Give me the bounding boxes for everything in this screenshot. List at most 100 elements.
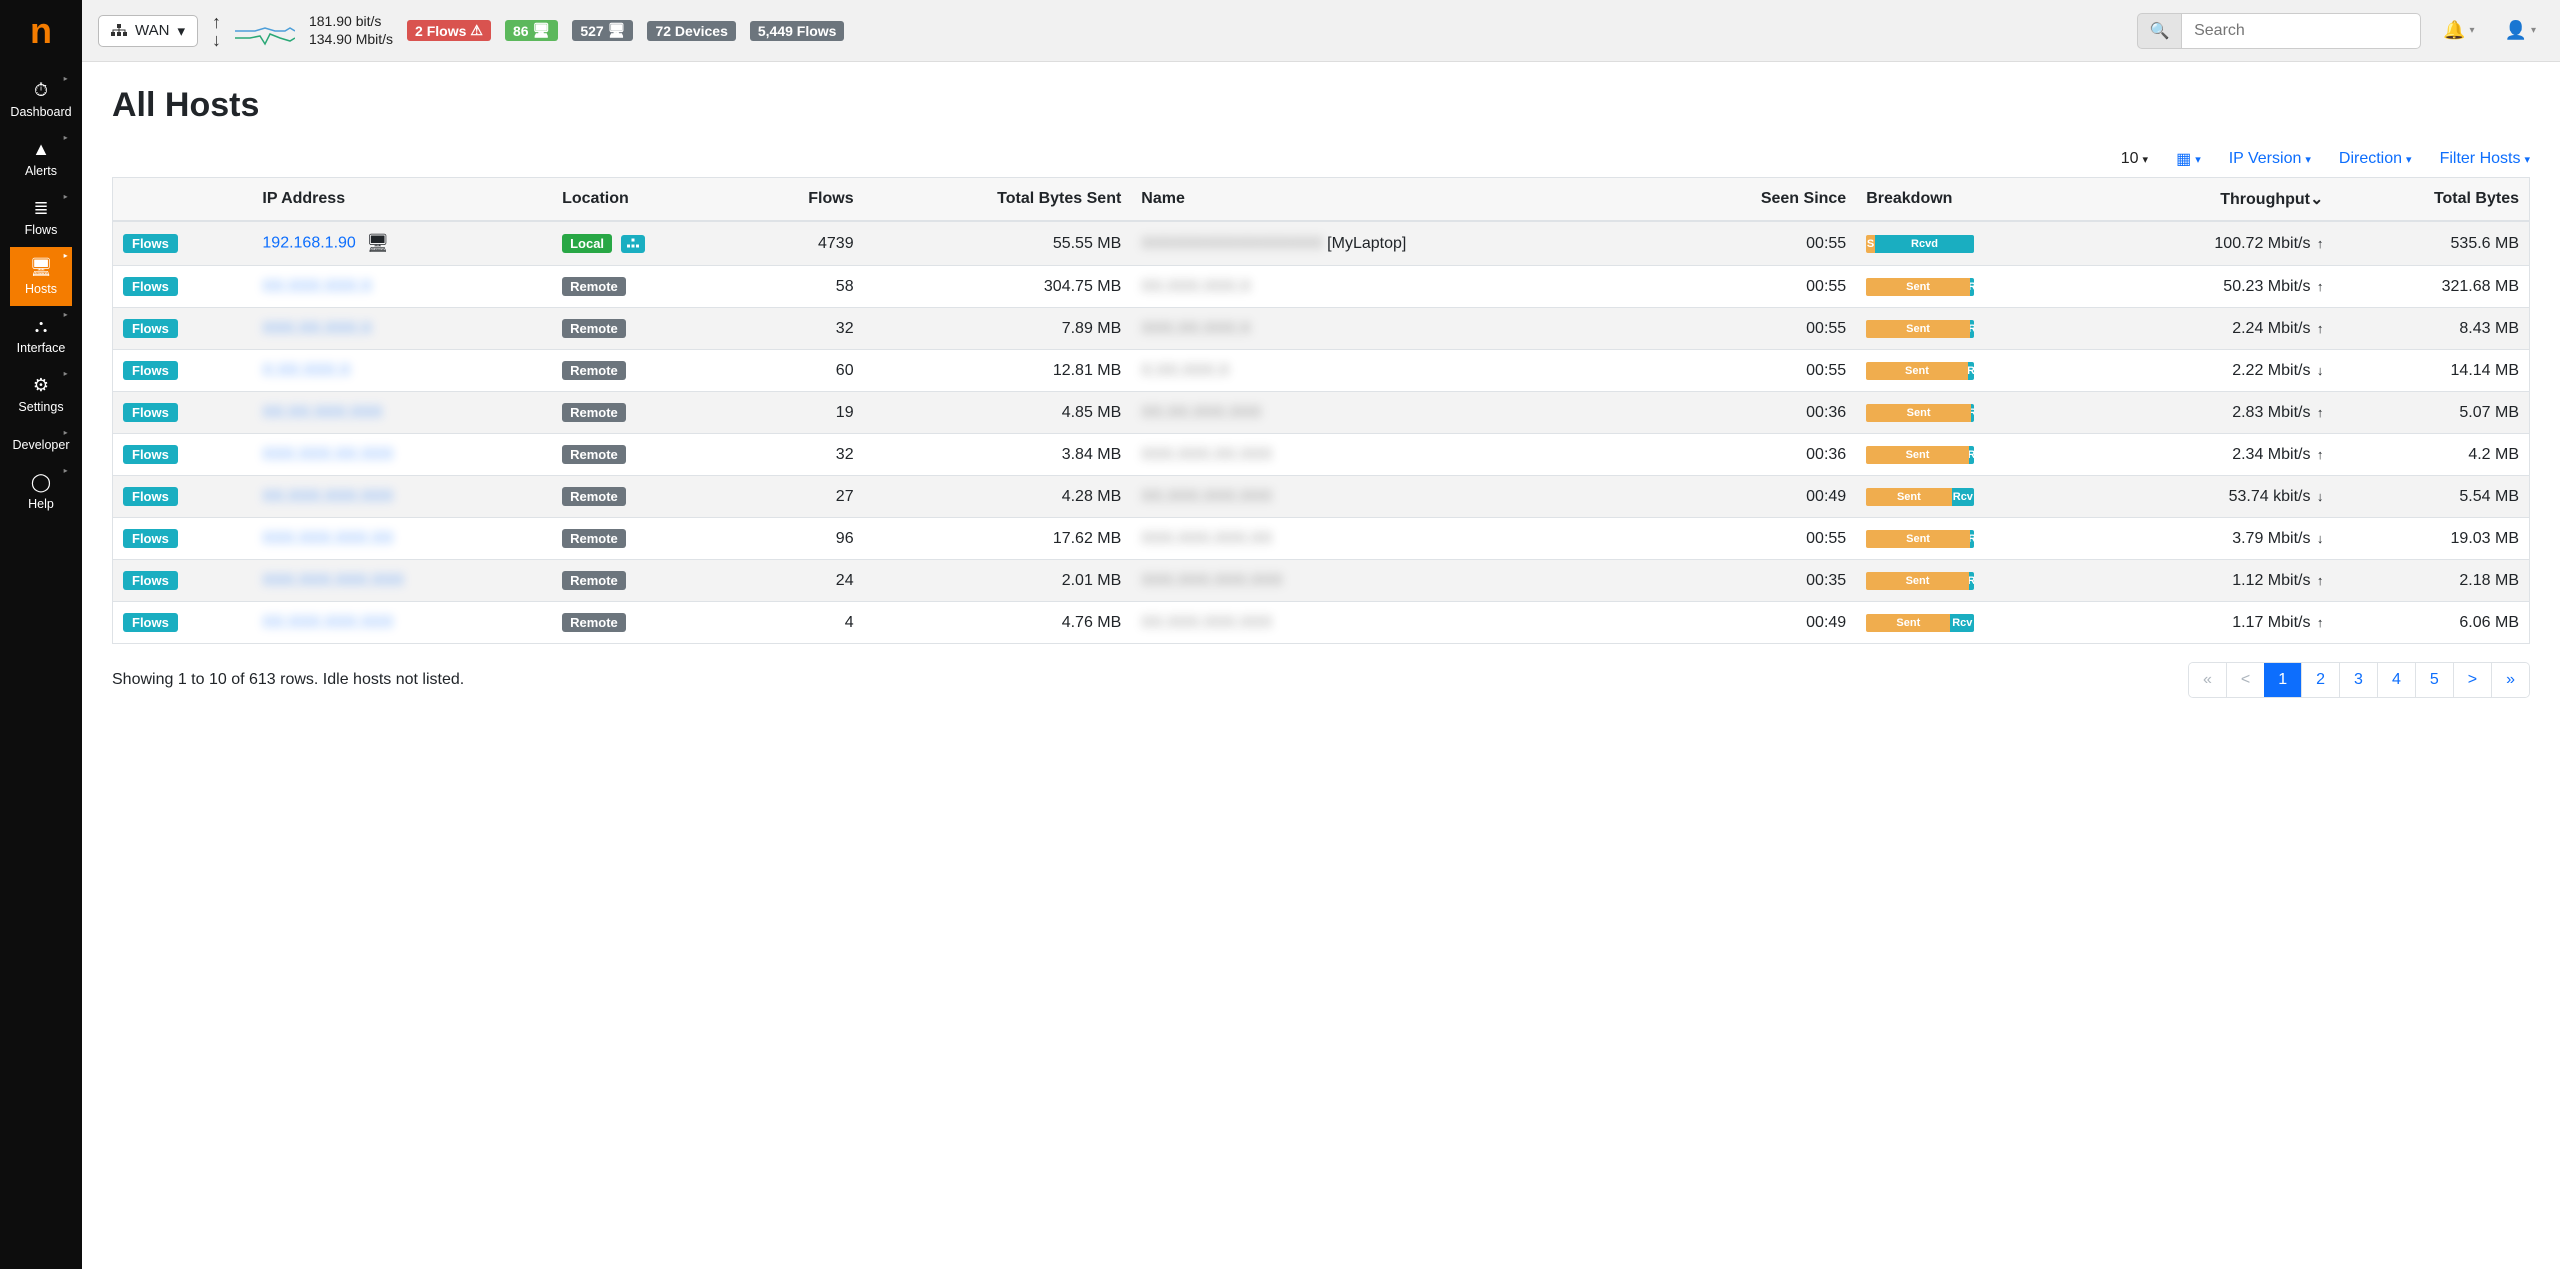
flows-icon: ≣: [10, 198, 71, 219]
throughput-rates: 181.90 bit/s 134.90 Mbit/s: [309, 13, 393, 48]
ip-address-link[interactable]: XX.XXX.XXX.X: [262, 278, 371, 296]
flows-button[interactable]: Flows: [123, 529, 178, 548]
column-header[interactable]: Flows: [742, 178, 863, 222]
pill-flows[interactable]: 5,449 Flows: [750, 21, 845, 41]
column-header[interactable]: Throughput⌄: [2094, 178, 2334, 222]
sidebar-item-flows[interactable]: ▸≣Flows: [10, 188, 71, 247]
user-menu-button[interactable]: 👤 ▾: [2497, 14, 2544, 47]
sidebar-item-alerts[interactable]: ▸▲Alerts: [10, 129, 71, 188]
chevron-down-icon: ▾: [2531, 25, 2536, 36]
direction-filter[interactable]: Direction ▾: [2339, 149, 2412, 169]
trend-icon: ↑: [2317, 236, 2324, 251]
trend-icon: ↓: [2317, 489, 2324, 504]
pagination-last[interactable]: »: [2491, 663, 2529, 697]
pill-ok-hosts[interactable]: 86 🖥: [505, 20, 558, 41]
search-button[interactable]: 🔍: [2137, 13, 2181, 49]
ip-version-filter[interactable]: IP Version ▾: [2229, 149, 2311, 169]
bytes-sent: 4.85 MB: [864, 392, 1132, 434]
pagination-prev[interactable]: <: [2226, 663, 2264, 697]
columns-icon: ▦: [2176, 149, 2191, 169]
hosts-table: IP AddressLocationFlowsTotal Bytes SentN…: [112, 177, 2530, 644]
monitor-icon: 🖥: [366, 233, 389, 253]
ip-address-link[interactable]: XXX.XXX.XXX.XX: [262, 530, 393, 548]
filter-hosts[interactable]: Filter Hosts ▾: [2440, 149, 2530, 169]
location-badge: Remote: [562, 445, 626, 464]
column-header[interactable]: Breakdown: [1856, 178, 2094, 222]
columns-selector[interactable]: ▦▾: [2176, 149, 2201, 169]
ip-address-link[interactable]: 192.168.1.90: [262, 235, 355, 252]
pill-devices[interactable]: 72 Devices: [647, 21, 735, 41]
location-badge: Remote: [562, 361, 626, 380]
ip-address-link[interactable]: XXX.XXX.XX.XXX: [262, 446, 393, 464]
search-input[interactable]: [2181, 13, 2421, 49]
pagination-page[interactable]: 2: [2301, 663, 2339, 697]
pagination: « < 12345 > »: [2188, 662, 2530, 698]
ip-address-link[interactable]: X.XX.XXX.X: [262, 362, 350, 380]
table-row: FlowsXX.XX.XXX.XXXRemote194.85 MBXX.XX.X…: [113, 392, 2530, 434]
pagination-page[interactable]: 4: [2377, 663, 2415, 697]
notifications-button[interactable]: 🔔 ▾: [2435, 14, 2482, 47]
rate-down: 134.90 Mbit/s: [309, 31, 393, 49]
sidebar: n ▸⏱Dashboard▸▲Alerts▸≣Flows▸🖥Hosts▸⛬Int…: [0, 0, 82, 1269]
column-header[interactable]: Total Bytes: [2333, 178, 2529, 222]
flows-button[interactable]: Flows: [123, 445, 178, 464]
chevron-right-icon: ▸: [64, 133, 68, 142]
pagination-page[interactable]: 1: [2264, 663, 2301, 697]
column-header[interactable]: Location: [552, 178, 742, 222]
column-header[interactable]: IP Address: [252, 178, 552, 222]
ip-address-link[interactable]: XX.XX.XXX.XXX: [262, 404, 382, 422]
interface-selector[interactable]: WAN ▾: [98, 15, 198, 47]
flows-button[interactable]: Flows: [123, 487, 178, 506]
host-name: XXX.XXX.XX.XXX: [1131, 434, 1660, 476]
column-header[interactable]: [113, 178, 253, 222]
main-area: WAN ▾ ↑ ↓ 181.90 bit/s 134.90 Mbit/s 2 Fl…: [82, 0, 2560, 1269]
network-icon: [111, 23, 127, 39]
ip-address-link[interactable]: XXX.XXX.XXX.XXX: [262, 572, 403, 590]
ip-address-link[interactable]: XX.XXX.XXX.XXX: [262, 488, 393, 506]
flows-button[interactable]: Flows: [123, 234, 178, 253]
flows-button[interactable]: Flows: [123, 277, 178, 296]
ip-address-link[interactable]: XX.XXX.XXX.XXX: [262, 614, 393, 632]
sidebar-item-developer[interactable]: ▸Developer: [10, 424, 71, 462]
flows-button[interactable]: Flows: [123, 613, 178, 632]
chevron-down-icon: ▾: [2406, 153, 2412, 166]
sidebar-item-dashboard[interactable]: ▸⏱Dashboard: [10, 70, 71, 129]
sidebar-item-label: Alerts: [10, 164, 71, 178]
table-row: FlowsXXX.XXX.XX.XXXRemote323.84 MBXXX.XX…: [113, 434, 2530, 476]
pagination-page[interactable]: 5: [2415, 663, 2453, 697]
sidebar-item-settings[interactable]: ▸⚙Settings: [10, 365, 71, 424]
trend-icon: ↑: [2317, 279, 2324, 294]
pill-flow-alerts[interactable]: 2 Flows ⚠: [407, 20, 491, 41]
pagination-page[interactable]: 3: [2339, 663, 2377, 697]
flows-count: 24: [742, 560, 863, 602]
bytes-sent: 4.76 MB: [864, 602, 1132, 644]
sidebar-item-hosts[interactable]: ▸🖥Hosts: [10, 247, 71, 306]
total-bytes: 2.18 MB: [2333, 560, 2529, 602]
host-name: X.XX.XXX.X: [1131, 350, 1660, 392]
bytes-sent: 2.01 MB: [864, 560, 1132, 602]
page-size-selector[interactable]: 10 ▾: [2121, 149, 2148, 169]
flows-count: 32: [742, 434, 863, 476]
column-header[interactable]: Total Bytes Sent: [864, 178, 1132, 222]
column-header[interactable]: Seen Since: [1661, 178, 1857, 222]
column-header[interactable]: Name: [1131, 178, 1660, 222]
location-badge: Remote: [562, 613, 626, 632]
table-row: FlowsXX.XXX.XXX.XXXRemote274.28 MBXX.XXX…: [113, 476, 2530, 518]
sidebar-item-interface[interactable]: ▸⛬Interface: [10, 306, 71, 365]
flows-button[interactable]: Flows: [123, 361, 178, 380]
ip-address-link[interactable]: XXX.XX.XXX.X: [262, 320, 371, 338]
flows-count: 4739: [742, 221, 863, 266]
sparkline: [235, 16, 295, 46]
throughput: 1.17 Mbit/s ↑: [2094, 602, 2334, 644]
flows-button[interactable]: Flows: [123, 403, 178, 422]
sidebar-item-label: Interface: [10, 341, 71, 355]
seen-since: 00:35: [1661, 560, 1857, 602]
pagination-next[interactable]: >: [2453, 663, 2491, 697]
total-bytes: 535.6 MB: [2333, 221, 2529, 266]
sidebar-item-help[interactable]: ▸◯Help: [10, 462, 71, 521]
pill-hosts[interactable]: 527 🖥: [572, 20, 633, 41]
rate-up: 181.90 bit/s: [309, 13, 393, 31]
pagination-first[interactable]: «: [2189, 663, 2226, 697]
flows-button[interactable]: Flows: [123, 319, 178, 338]
flows-button[interactable]: Flows: [123, 571, 178, 590]
